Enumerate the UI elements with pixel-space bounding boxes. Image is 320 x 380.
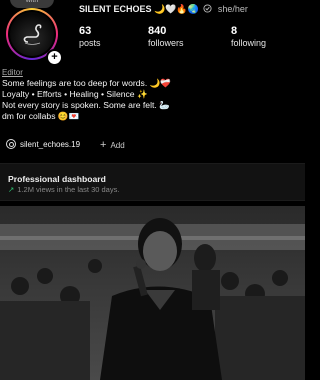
bio-line: Not every story is spoken. Some are felt… [2, 100, 170, 110]
post-thumbnail[interactable] [0, 206, 305, 380]
following-stat[interactable]: 8 following [231, 25, 266, 48]
threads-icon [6, 139, 16, 149]
trend-up-icon: ↗ [8, 185, 15, 194]
professional-dashboard[interactable]: Professional dashboard ↗ 1.2M views in th… [0, 163, 305, 201]
avatar-image [10, 12, 54, 56]
threads-link[interactable]: silent_echoes.19 [6, 139, 80, 149]
posts-stat[interactable]: 63 posts [79, 25, 101, 48]
post-image [0, 206, 305, 380]
followers-stat[interactable]: 840 followers [148, 25, 184, 48]
swan-icon [23, 24, 42, 45]
bio-line: dm for collabs 😊💌 [2, 111, 80, 121]
following-count: 8 [231, 25, 238, 37]
posts-label: posts [79, 38, 101, 48]
profile-name-row: SILENT ECHOES 🌙🤍🔥🌏 she/her [79, 4, 248, 15]
pronouns: she/her [217, 4, 248, 14]
threads-badge-icon[interactable] [203, 4, 212, 13]
dashboard-title: Professional dashboard [8, 174, 106, 184]
editor-label[interactable]: Editor [2, 68, 23, 77]
dashboard-subtitle: ↗ 1.2M views in the last 30 days. [8, 185, 119, 194]
bio-line: Some feelings are too deep for words. 🌙❤… [2, 78, 172, 88]
add-story-plus-icon[interactable]: + [46, 49, 63, 66]
threads-handle: silent_echoes.19 [20, 139, 81, 149]
posts-count: 63 [79, 25, 92, 37]
plus-icon: + [100, 139, 107, 151]
add-link-button[interactable]: + Add [100, 139, 125, 151]
dashboard-views: 1.2M views in the last 30 days. [17, 185, 120, 194]
story-note-text: with [25, 0, 39, 4]
profile-bio: Some feelings are too deep for words. 🌙❤… [2, 78, 302, 122]
story-note-bubble[interactable]: with [10, 0, 54, 8]
bio-line: Loyalty • Efforts • Healing • Silence ✨ [2, 89, 148, 99]
add-label: Add [110, 140, 125, 150]
followers-label: followers [148, 38, 184, 48]
followers-count: 840 [148, 25, 167, 37]
display-name: SILENT ECHOES 🌙🤍🔥🌏 [79, 4, 199, 14]
following-label: following [231, 38, 267, 48]
